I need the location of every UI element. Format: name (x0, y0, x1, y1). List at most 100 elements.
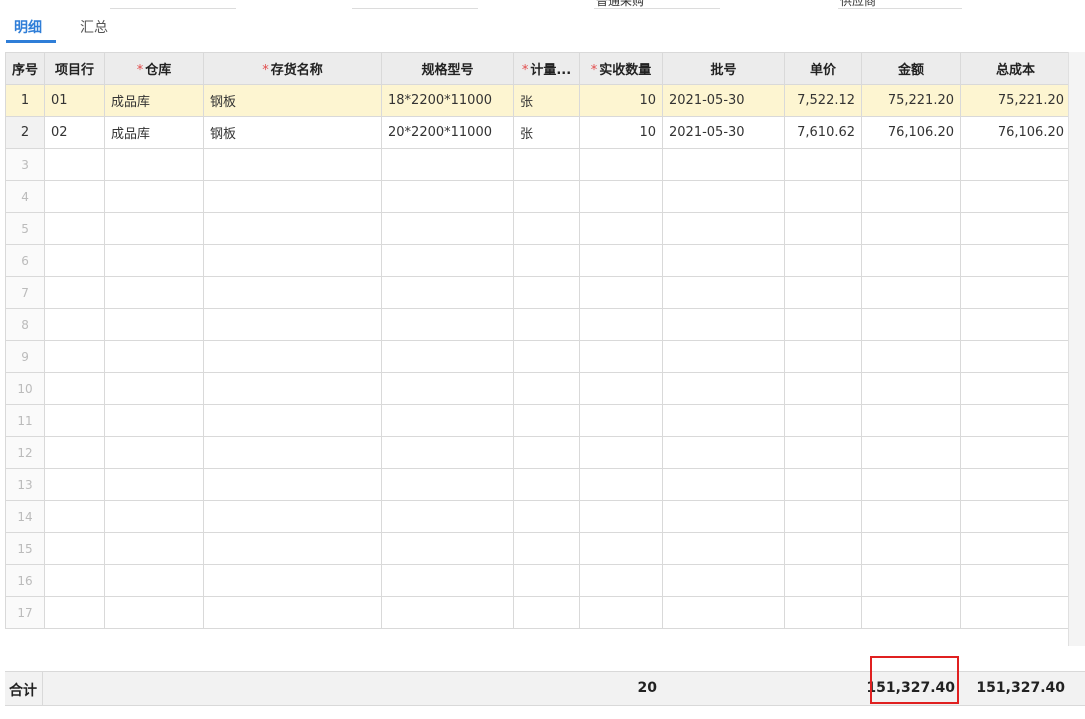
empty-cell[interactable] (381, 404, 515, 437)
empty-cell[interactable] (662, 180, 786, 213)
empty-cell[interactable] (44, 244, 106, 277)
empty-cell[interactable] (44, 404, 106, 437)
empty-cell[interactable] (861, 244, 962, 277)
empty-cell[interactable] (579, 564, 664, 597)
table-row[interactable]: 3 (4, 148, 1072, 181)
empty-cell[interactable] (579, 340, 664, 373)
empty-cell[interactable] (861, 404, 962, 437)
empty-cell[interactable] (662, 340, 786, 373)
empty-cell[interactable] (579, 212, 664, 245)
cell-total-cost[interactable]: 76,106.20 (960, 116, 1072, 149)
table-row[interactable]: 11 (4, 404, 1072, 437)
col-header-spec[interactable]: 规格型号 (381, 52, 515, 85)
empty-cell[interactable] (960, 308, 1072, 341)
empty-cell[interactable] (861, 308, 962, 341)
cell-batch[interactable]: 2021-05-30 (662, 84, 786, 117)
empty-cell[interactable] (662, 468, 786, 501)
empty-cell[interactable] (960, 436, 1072, 469)
empty-cell[interactable] (960, 180, 1072, 213)
empty-cell[interactable] (203, 180, 383, 213)
empty-cell[interactable] (104, 212, 205, 245)
empty-cell[interactable] (104, 148, 205, 181)
empty-cell[interactable] (960, 404, 1072, 437)
empty-cell[interactable] (960, 564, 1072, 597)
empty-cell[interactable] (960, 468, 1072, 501)
empty-cell[interactable] (203, 340, 383, 373)
empty-cell[interactable] (513, 340, 581, 373)
empty-cell[interactable] (203, 564, 383, 597)
empty-cell[interactable] (104, 532, 205, 565)
col-header-batch[interactable]: 批号 (662, 52, 786, 85)
empty-cell[interactable] (513, 532, 581, 565)
empty-cell[interactable] (104, 500, 205, 533)
empty-cell[interactable] (513, 372, 581, 405)
col-header-item-line[interactable]: 项目行 (44, 52, 106, 85)
empty-cell[interactable] (861, 532, 962, 565)
col-header-unit-price[interactable]: 单价 (784, 52, 863, 85)
empty-cell[interactable] (44, 532, 106, 565)
empty-cell[interactable] (381, 532, 515, 565)
col-header-qty[interactable]: * 实收数量 (579, 52, 664, 85)
table-row[interactable]: 12 (4, 436, 1072, 469)
empty-cell[interactable] (861, 212, 962, 245)
empty-cell[interactable] (203, 436, 383, 469)
empty-cell[interactable] (579, 276, 664, 309)
empty-cell[interactable] (579, 244, 664, 277)
empty-cell[interactable] (104, 308, 205, 341)
empty-cell[interactable] (662, 596, 786, 629)
empty-cell[interactable] (381, 500, 515, 533)
doc-date-field[interactable] (110, 8, 236, 9)
empty-cell[interactable] (662, 404, 786, 437)
empty-cell[interactable] (513, 404, 581, 437)
empty-cell[interactable] (104, 180, 205, 213)
empty-cell[interactable] (579, 468, 664, 501)
empty-cell[interactable] (381, 436, 515, 469)
empty-cell[interactable] (513, 148, 581, 181)
empty-cell[interactable] (513, 564, 581, 597)
empty-cell[interactable] (44, 212, 106, 245)
empty-cell[interactable] (662, 148, 786, 181)
empty-cell[interactable] (44, 564, 106, 597)
empty-cell[interactable] (784, 212, 863, 245)
empty-cell[interactable] (861, 148, 962, 181)
empty-cell[interactable] (960, 532, 1072, 565)
empty-cell[interactable] (861, 500, 962, 533)
empty-cell[interactable] (784, 564, 863, 597)
empty-cell[interactable] (513, 212, 581, 245)
empty-cell[interactable] (513, 244, 581, 277)
table-row[interactable]: 9 (4, 340, 1072, 373)
cell-qty[interactable]: 10 (579, 116, 664, 149)
empty-cell[interactable] (861, 180, 962, 213)
col-header-inventory-name[interactable]: * 存货名称 (203, 52, 383, 85)
empty-cell[interactable] (203, 276, 383, 309)
empty-cell[interactable] (960, 596, 1072, 629)
empty-cell[interactable] (44, 436, 106, 469)
empty-cell[interactable] (579, 532, 664, 565)
table-row[interactable]: 13 (4, 468, 1072, 501)
empty-cell[interactable] (662, 500, 786, 533)
empty-cell[interactable] (784, 308, 863, 341)
table-row[interactable]: 6 (4, 244, 1072, 277)
empty-cell[interactable] (784, 148, 863, 181)
empty-cell[interactable] (104, 340, 205, 373)
table-row[interactable]: 16 (4, 564, 1072, 597)
empty-cell[interactable] (784, 340, 863, 373)
empty-cell[interactable] (662, 436, 786, 469)
empty-cell[interactable] (44, 468, 106, 501)
supplier-value[interactable]: 供应商 (840, 0, 876, 8)
empty-cell[interactable] (579, 404, 664, 437)
cell-spec[interactable]: 18*2200*11000 (381, 84, 515, 117)
empty-cell[interactable] (960, 148, 1072, 181)
empty-cell[interactable] (579, 148, 664, 181)
empty-cell[interactable] (381, 244, 515, 277)
col-header-warehouse[interactable]: * 仓库 (104, 52, 205, 85)
cell-item-line[interactable]: 01 (44, 84, 106, 117)
cell-inventory-name[interactable]: 钢板 (203, 84, 383, 117)
empty-cell[interactable] (960, 244, 1072, 277)
empty-cell[interactable] (784, 596, 863, 629)
empty-cell[interactable] (579, 372, 664, 405)
cell-unit-price[interactable]: 7,610.62 (784, 116, 863, 149)
empty-cell[interactable] (784, 372, 863, 405)
empty-cell[interactable] (662, 244, 786, 277)
empty-cell[interactable] (104, 564, 205, 597)
